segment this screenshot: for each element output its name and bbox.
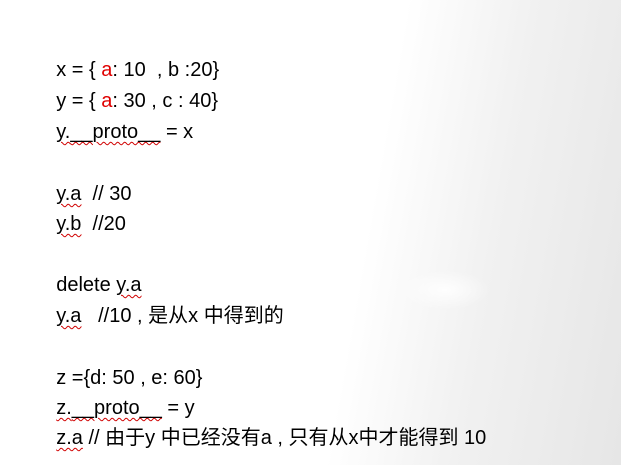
text-segment-underlined: z.a bbox=[56, 427, 83, 449]
text-segment-underlined: __proto__ bbox=[70, 121, 161, 143]
text-segment-underlined: y.b bbox=[56, 213, 82, 235]
text-segment-underlined: y. bbox=[56, 121, 71, 143]
comment: // 由于y 中已经没有a , 只有从x中才能得到 10 bbox=[82, 427, 487, 449]
comment: //20 bbox=[81, 213, 126, 235]
comment: //10 , 是从x 中得到的 bbox=[81, 305, 284, 327]
code-line-z-a: z.a // 由于y 中已经没有a , 只有从x中才能得到 10 bbox=[34, 399, 486, 465]
text-segment: = x bbox=[160, 121, 194, 143]
background-glow bbox=[400, 270, 490, 310]
document-page: x = { a: 10 , b :20} y = { a: 30 , c : 4… bbox=[0, 0, 621, 465]
text-segment-underlined: y.a bbox=[56, 305, 82, 327]
